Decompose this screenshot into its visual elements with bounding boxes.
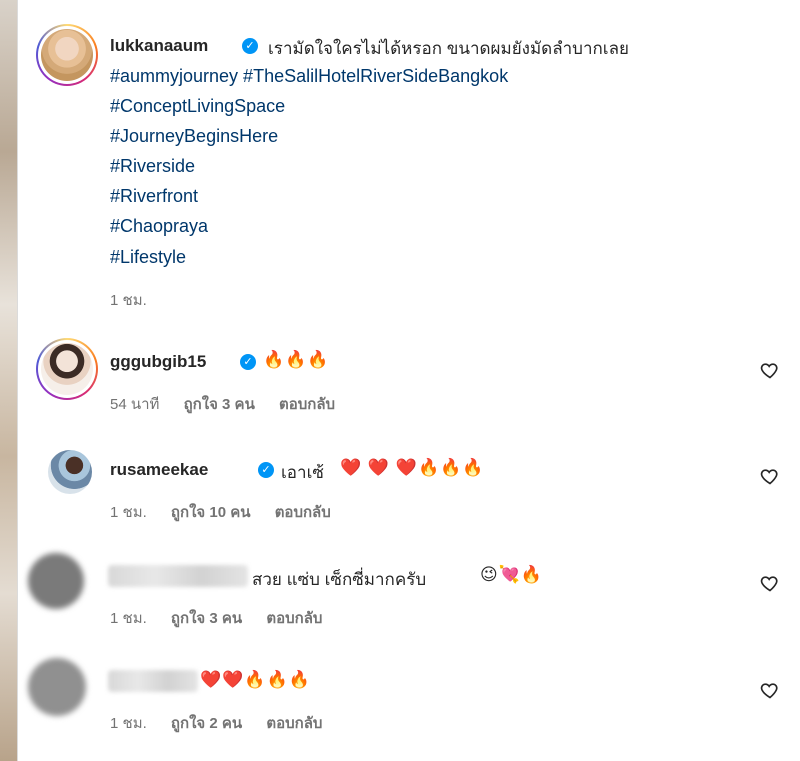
- avatar-story-ring[interactable]: [36, 24, 98, 86]
- background-post-image-strip: [0, 0, 18, 761]
- caption-text: เรามัดใจใครไม่ได้หรอก ขนาดผมยังมัดลำบากเ…: [268, 39, 629, 58]
- caption-timestamp[interactable]: 1 ชม.: [110, 288, 147, 312]
- comment-text: เอาเซ้: [281, 463, 324, 482]
- comment-item: สวย แซ่บ เซ็กซี่มากครับ 😉💘🔥 1 ชม. ถูกใจ …: [18, 545, 800, 645]
- comment-meta: 1 ชม. ถูกใจ 10 คน ตอบกลับ: [110, 500, 351, 524]
- comment-likes-count[interactable]: ถูกใจ 3 คน: [171, 610, 242, 627]
- comment-emoji: 😉💘🔥: [480, 565, 544, 584]
- avatar[interactable]: [28, 553, 84, 609]
- comment-meta: 1 ชม. ถูกใจ 2 คน ตอบกลับ: [110, 711, 342, 735]
- hashtag-line-5[interactable]: #Riverfront: [110, 186, 198, 207]
- comment-likes-count[interactable]: ถูกใจ 3 คน: [184, 396, 255, 413]
- comment-username[interactable]: rusameekae: [110, 460, 208, 480]
- hashtag-line-1[interactable]: #aummyjourney #TheSalilHotelRiverSideBan…: [110, 66, 508, 87]
- heart-outline-icon[interactable]: [760, 573, 780, 593]
- hashtag-line-4[interactable]: #Riverside: [110, 156, 195, 177]
- comment-item: gggubgib15 ✓ 🔥🔥🔥 54 นาที ถูกใจ 3 คน ตอบก…: [18, 330, 800, 430]
- comment-emoji: 🔥🔥🔥: [263, 350, 330, 369]
- hashtag-line-2[interactable]: #ConceptLivingSpace: [110, 96, 285, 117]
- heart-outline-icon[interactable]: [760, 680, 780, 700]
- comment-username[interactable]: [108, 670, 198, 692]
- comment-emoji: ❤️❤️🔥🔥🔥: [200, 670, 311, 689]
- comment-likes-count[interactable]: ถูกใจ 10 คน: [171, 504, 251, 521]
- comment-emoji: ❤️ ❤️ ❤️🔥🔥🔥: [340, 458, 485, 477]
- hashtag-line-6[interactable]: #Chaopraya: [110, 216, 208, 237]
- reply-button[interactable]: ตอบกลับ: [266, 715, 322, 732]
- heart-outline-icon[interactable]: [760, 360, 780, 380]
- comment-text: สวย แซ่บ เซ็กซี่มากครับ: [252, 570, 427, 589]
- reply-button[interactable]: ตอบกลับ: [279, 396, 335, 413]
- comment-likes-count[interactable]: ถูกใจ 2 คน: [171, 715, 242, 732]
- hashtag-line-7[interactable]: #Lifestyle: [110, 247, 186, 268]
- comment-item: ❤️❤️🔥🔥🔥 1 ชม. ถูกใจ 2 คน ตอบกลับ: [18, 650, 800, 761]
- avatar-story-ring[interactable]: [36, 338, 98, 400]
- comment-timestamp[interactable]: 1 ชม.: [110, 504, 147, 521]
- comment-timestamp[interactable]: 54 นาที: [110, 396, 159, 413]
- comment-timestamp[interactable]: 1 ชม.: [110, 715, 147, 732]
- verified-badge-icon: ✓: [240, 354, 256, 370]
- reply-button[interactable]: ตอบกลับ: [275, 504, 331, 521]
- caption-username[interactable]: lukkanaaum: [110, 36, 208, 56]
- reply-button[interactable]: ตอบกลับ: [266, 610, 322, 627]
- post-caption: lukkanaaum ✓ เรามัดใจใครไม่ได้หรอก ขนาดผ…: [18, 0, 800, 320]
- comment-timestamp[interactable]: 1 ชม.: [110, 610, 147, 627]
- verified-badge-icon: ✓: [258, 462, 274, 478]
- comment-meta: 54 นาที ถูกใจ 3 คน ตอบกลับ: [110, 392, 355, 416]
- hashtag-line-3[interactable]: #JourneyBeginsHere: [110, 126, 278, 147]
- comment-username[interactable]: [108, 565, 248, 587]
- avatar[interactable]: [48, 450, 92, 494]
- comment-item: rusameekae ✓ เอาเซ้ ❤️ ❤️ ❤️🔥🔥🔥 1 ชม. ถู…: [18, 440, 800, 540]
- heart-outline-icon[interactable]: [760, 466, 780, 486]
- comment-meta: 1 ชม. ถูกใจ 3 คน ตอบกลับ: [110, 606, 342, 630]
- avatar: [41, 343, 93, 395]
- avatar: [41, 29, 93, 81]
- verified-badge-icon: ✓: [242, 38, 258, 54]
- avatar[interactable]: [28, 658, 86, 716]
- comment-username[interactable]: gggubgib15: [110, 352, 206, 372]
